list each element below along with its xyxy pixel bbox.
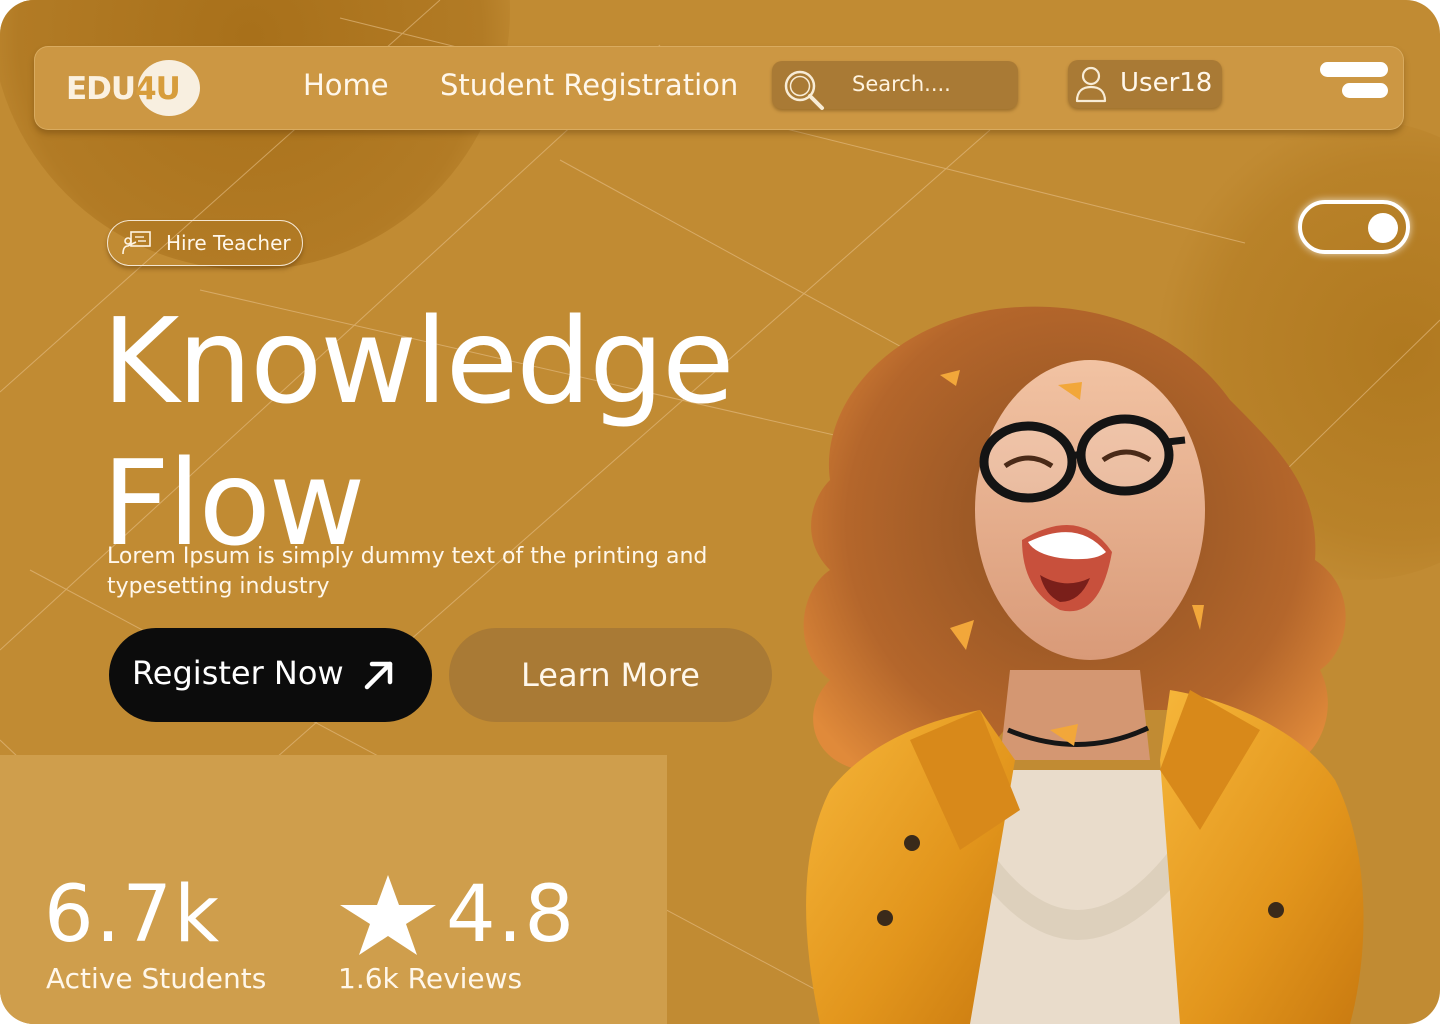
landing-page: EDU4U Home Student Registration Search..…	[0, 0, 1440, 1024]
menu-icon[interactable]	[1320, 62, 1390, 98]
hire-teacher-badge[interactable]: Hire Teacher	[107, 220, 303, 266]
learn-more-button[interactable]: Learn More	[449, 628, 772, 722]
learn-more-label: Learn More	[521, 656, 700, 694]
user-icon	[1075, 66, 1107, 103]
toggle-knob	[1368, 213, 1398, 243]
theme-toggle[interactable]	[1298, 200, 1410, 254]
hero-title: Knowledge Flow	[102, 290, 735, 574]
rating-value: 4.8	[446, 870, 577, 960]
user-name: User18	[1120, 68, 1213, 98]
nav-link-student-registration[interactable]: Student Registration	[440, 68, 738, 102]
teacher-board-icon	[122, 231, 151, 255]
reviews-label: 1.6k Reviews	[338, 962, 523, 995]
navbar: EDU4U Home Student Registration Search..…	[34, 46, 1404, 130]
hire-teacher-label: Hire Teacher	[166, 231, 291, 255]
hero-student-image	[803, 306, 1364, 1024]
search-box[interactable]: Search....	[772, 61, 1018, 110]
active-students-value: 6.7k	[44, 870, 222, 960]
logo[interactable]: EDU4U	[66, 60, 200, 116]
user-menu[interactable]: User18	[1068, 60, 1222, 108]
nav-link-home[interactable]: Home	[303, 68, 389, 102]
search-input[interactable]: Search....	[852, 72, 951, 96]
active-students-label: Active Students	[46, 962, 267, 995]
logo-text: EDU4U	[66, 71, 181, 107]
search-icon	[784, 70, 824, 110]
register-now-button[interactable]: Register Now	[109, 628, 432, 722]
register-now-label: Register Now	[132, 654, 344, 692]
hero-description: Lorem Ipsum is simply dummy text of the …	[107, 544, 708, 599]
arrow-up-right-icon	[364, 661, 393, 690]
star-icon	[340, 875, 436, 955]
hero-title-line1: Knowledge	[102, 292, 735, 430]
